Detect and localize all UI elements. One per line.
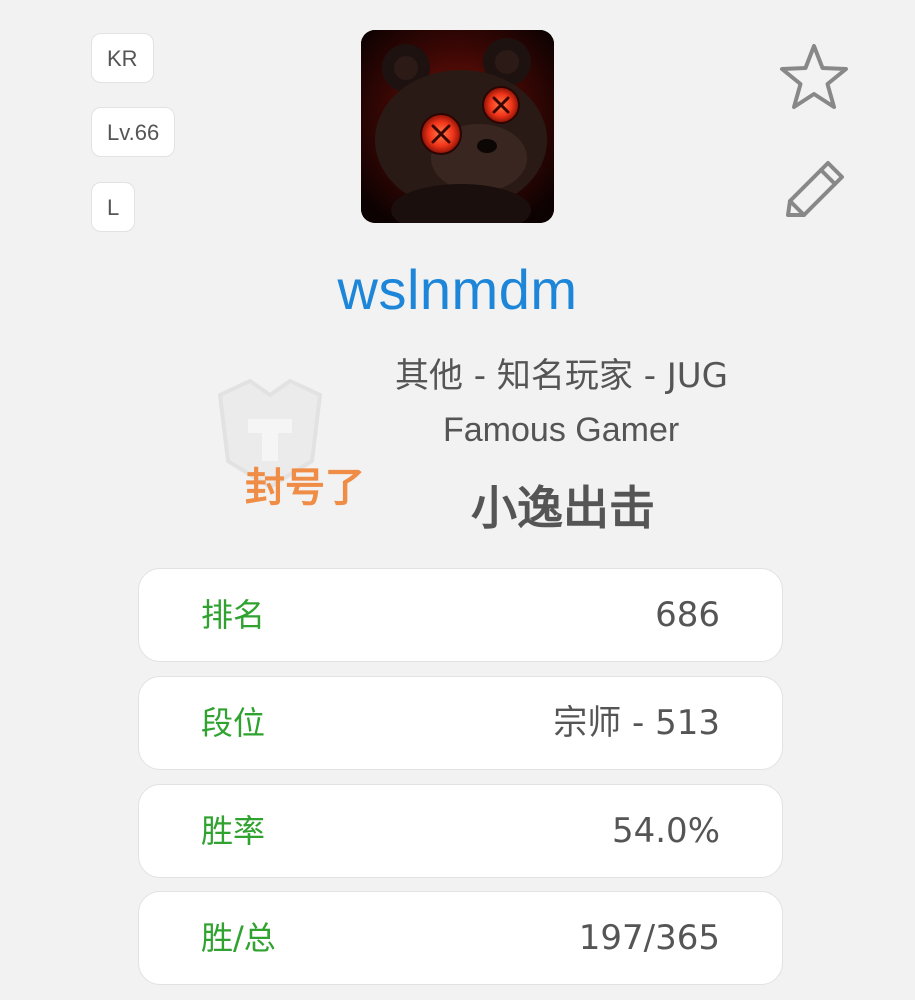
team-role-line-english: Famous Gamer	[443, 411, 680, 449]
stat-label: 段位	[201, 704, 266, 742]
stat-value: 686	[655, 595, 720, 635]
favorite-button[interactable]	[776, 40, 852, 116]
star-icon	[780, 44, 848, 109]
edit-button[interactable]	[776, 155, 852, 231]
player-alias: 小逸出击	[471, 481, 655, 535]
level-tag: Lv.66	[91, 107, 176, 157]
tier-short-tag: L	[91, 182, 136, 232]
profile-avatar-image	[361, 30, 554, 223]
team-role-line: 其他 - 知名玩家 - JUG	[395, 356, 729, 396]
stat-value: 54.0%	[611, 811, 720, 851]
stat-card-winrate: 胜率 54.0%	[138, 784, 783, 878]
stat-label: 排名	[201, 596, 266, 634]
region-tag: KR	[91, 33, 154, 83]
stat-value: 宗师 - 513	[553, 703, 720, 743]
stat-value: 197/365	[578, 918, 720, 958]
stat-card-wins-total: 胜/总 197/365	[138, 891, 783, 985]
banned-note: 封号了	[245, 465, 365, 511]
stat-card-rank: 排名 686	[138, 568, 783, 662]
stat-label: 胜/总	[201, 919, 276, 957]
stat-label: 胜率	[201, 812, 266, 850]
stat-card-tier: 段位 宗师 - 513	[138, 676, 783, 770]
player-name: wslnmdm	[337, 258, 578, 321]
profile-avatar	[361, 30, 554, 223]
pencil-icon	[786, 161, 844, 217]
